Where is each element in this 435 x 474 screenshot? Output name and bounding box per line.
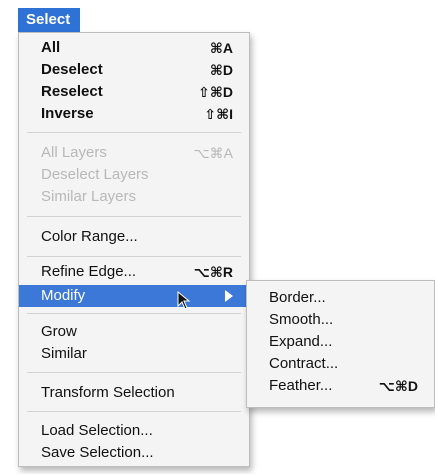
menu-separator <box>27 411 241 412</box>
menu-item-label: Load Selection... <box>41 422 153 439</box>
menu-item-label: Deselect Layers <box>41 166 149 183</box>
submenu-item-smooth[interactable]: Smooth... <box>247 309 434 331</box>
menu-item-grow[interactable]: Grow <box>19 321 249 343</box>
modify-submenu: Border... Smooth... Expand... Contract..… <box>246 280 435 408</box>
menu-item-transform-selection[interactable]: Transform Selection <box>19 382 249 404</box>
menu-item-inverse[interactable]: Inverse ⇧⌘I <box>19 103 249 125</box>
menu-item-color-range[interactable]: Color Range... <box>19 226 249 248</box>
submenu-item-feather[interactable]: Feather... ⌥⌘D <box>247 375 434 397</box>
menubar-select[interactable]: Select <box>18 8 81 32</box>
menu-item-all[interactable]: All ⌘A <box>19 37 249 59</box>
menu-item-shortcut: ⇧⌘D <box>198 84 233 100</box>
submenu-item-label: Border... <box>269 289 326 306</box>
menu-item-similar-layers: Similar Layers <box>19 186 249 208</box>
menu-item-reselect[interactable]: Reselect ⇧⌘D <box>19 81 249 103</box>
submenu-item-shortcut: ⌥⌘D <box>378 378 418 394</box>
menu-item-label: Inverse <box>41 105 94 122</box>
screenshot-stage: Select All ⌘A Deselect ⌘D Reselect ⇧⌘D I… <box>0 0 435 474</box>
submenu-item-label: Contract... <box>269 355 339 372</box>
menu-item-similar[interactable]: Similar <box>19 343 249 365</box>
menu-separator <box>27 256 241 257</box>
menu-item-label: All Layers <box>41 144 107 161</box>
menu-item-label: Color Range... <box>41 228 138 245</box>
menu-item-all-layers: All Layers ⌥⌘A <box>19 142 249 164</box>
select-menu: All ⌘A Deselect ⌘D Reselect ⇧⌘D Inverse … <box>18 32 250 467</box>
menu-item-label: Similar <box>41 345 87 362</box>
submenu-item-label: Smooth... <box>269 311 334 328</box>
submenu-item-contract[interactable]: Contract... <box>247 353 434 375</box>
menu-item-label: Deselect <box>41 61 103 78</box>
menu-item-deselect[interactable]: Deselect ⌘D <box>19 59 249 81</box>
menu-item-label: Save Selection... <box>41 444 154 461</box>
menu-item-label: Modify <box>41 287 86 304</box>
submenu-item-label: Expand... <box>269 333 333 350</box>
menu-item-refine-edge[interactable]: Refine Edge... ⌥⌘R <box>19 261 249 283</box>
submenu-item-label: Feather... <box>269 377 333 394</box>
arrow-cursor-icon <box>177 291 191 310</box>
submenu-item-expand[interactable]: Expand... <box>247 331 434 353</box>
menu-item-label: All <box>41 39 61 56</box>
menu-item-shortcut: ⇧⌘I <box>204 106 233 122</box>
menu-item-modify[interactable]: Modify <box>19 285 249 307</box>
submenu-item-border[interactable]: Border... <box>247 287 434 309</box>
menu-item-shortcut: ⌥⌘A <box>193 145 233 161</box>
menu-item-label: Grow <box>41 323 77 340</box>
menu-item-deselect-layers: Deselect Layers <box>19 164 249 186</box>
menu-item-save-selection[interactable]: Save Selection... <box>19 442 249 464</box>
menu-item-shortcut: ⌘A <box>209 40 233 56</box>
menu-item-label: Reselect <box>41 83 103 100</box>
menu-item-shortcut: ⌘D <box>209 62 233 78</box>
menu-item-label: Similar Layers <box>41 188 137 205</box>
submenu-triangle-icon <box>225 290 233 302</box>
menu-item-load-selection[interactable]: Load Selection... <box>19 420 249 442</box>
menu-item-shortcut: ⌥⌘R <box>193 264 233 280</box>
menu-item-label: Refine Edge... <box>41 263 137 280</box>
menu-separator <box>27 313 241 314</box>
menu-separator <box>27 132 241 133</box>
menu-item-label: Transform Selection <box>41 384 175 401</box>
menu-separator <box>27 372 241 373</box>
menu-separator <box>27 216 241 217</box>
